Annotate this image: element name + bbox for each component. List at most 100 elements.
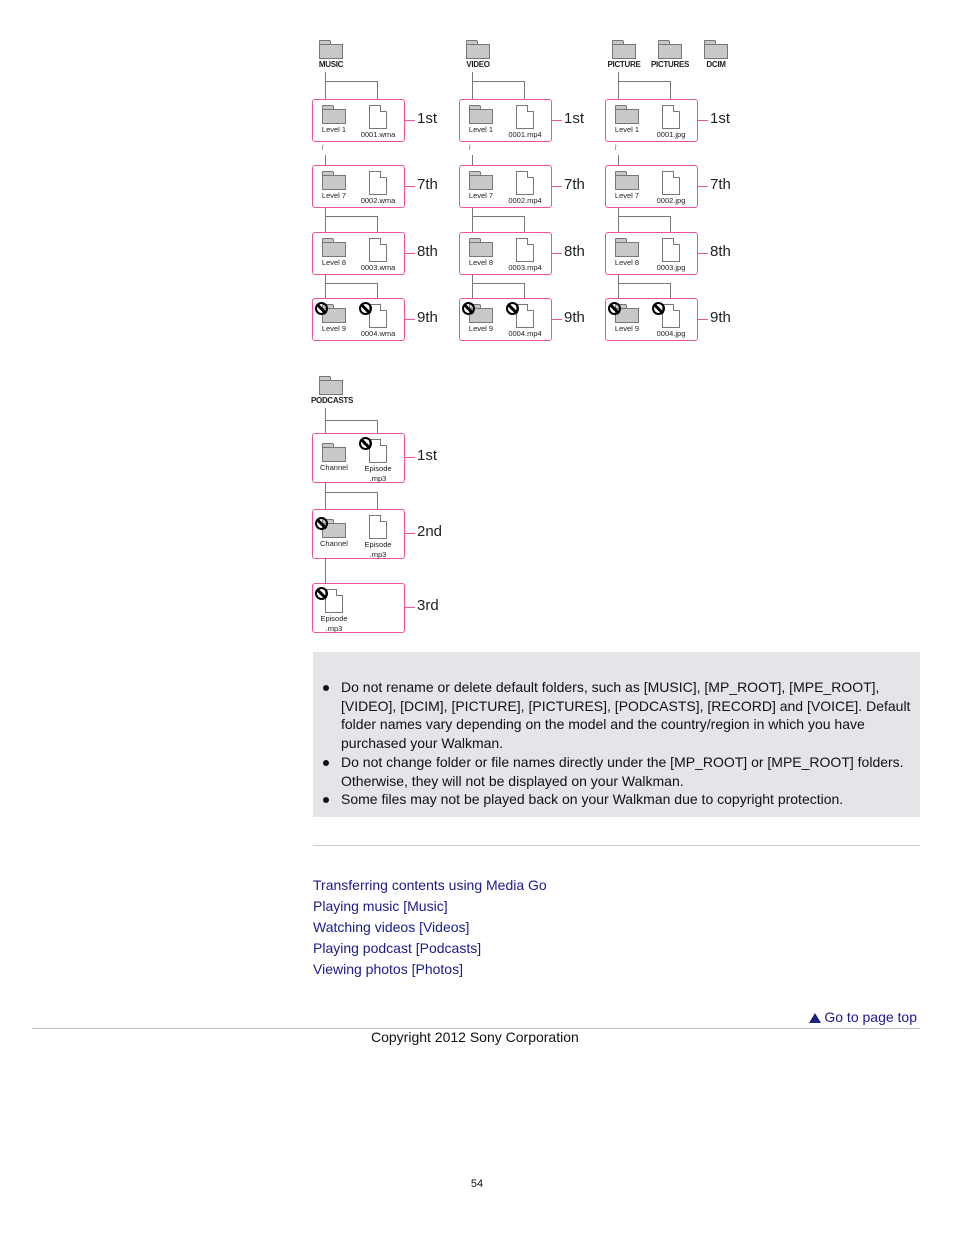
diagram-column: PICTURE PICTURES DCIM Level 1 0001.jpg 1st ≀ Le… — [598, 30, 744, 350]
file-label: 0002.jpg — [656, 196, 686, 205]
prohibited-icon — [315, 517, 328, 530]
connector-line — [472, 81, 525, 82]
file-label: 0001.mp4 — [508, 130, 542, 139]
connector-line — [377, 81, 378, 100]
folder-body — [322, 175, 346, 190]
file-icon — [369, 515, 387, 539]
level-box: Channel Episode .mp3 — [312, 509, 405, 559]
level-tag: 7th — [417, 176, 438, 193]
file-label: 0004.mp4 — [508, 329, 542, 338]
level-box: Level 9 0004.mp4 — [459, 298, 552, 341]
level-pointer — [698, 186, 708, 187]
folder-item: Level 1 — [313, 105, 355, 134]
level-pointer — [405, 186, 415, 187]
folder-item: Level 7 — [313, 171, 355, 200]
folder-body — [322, 109, 346, 124]
file-item: 0003.mp4 — [504, 238, 546, 272]
file-item: 0004.jpg — [650, 302, 692, 338]
connector-line — [524, 216, 525, 232]
ellipsis-break-icon: ≀ — [468, 142, 472, 152]
folder-body — [615, 175, 639, 190]
section-divider — [313, 845, 920, 846]
ellipsis-break-icon: ≀ — [614, 142, 618, 152]
folder-icon — [612, 40, 636, 59]
file-item: 0004.wma — [357, 302, 399, 338]
level-tag: 7th — [710, 176, 731, 193]
file-item: 0003.wma — [357, 238, 399, 272]
connector-line — [618, 216, 671, 217]
prohibited-icon — [506, 302, 519, 315]
folder-item: Channel — [313, 517, 355, 548]
folder-icon — [322, 238, 346, 257]
connector-line — [325, 216, 378, 217]
folder-item: Level 9 — [313, 302, 355, 333]
folder-body — [319, 44, 343, 59]
connector-line — [377, 216, 378, 232]
folder-body — [704, 44, 728, 59]
level-tag: 9th — [710, 309, 731, 326]
connector-line — [618, 81, 671, 82]
file-item: 0003.jpg — [650, 238, 692, 272]
folder-label: Level 1 — [614, 125, 640, 134]
level-box: Level 7 0002.mp4 — [459, 165, 552, 208]
folder-icon — [658, 40, 682, 59]
link-playing-music[interactable]: Playing music [Music] — [313, 896, 547, 917]
folder-label: Level 7 — [614, 191, 640, 200]
level-tag: 2nd — [417, 523, 443, 540]
folder-item: Level 1 — [460, 105, 502, 134]
root-folder-label: PODCASTS — [311, 396, 354, 405]
folder-body — [319, 380, 343, 395]
file-label: 0002.mp4 — [508, 196, 542, 205]
prohibited-icon — [359, 302, 372, 315]
level-box: Level 7 0002.jpg — [605, 165, 698, 208]
folder-icon — [322, 105, 346, 124]
link-playing-podcast[interactable]: Playing podcast [Podcasts] — [313, 938, 547, 959]
connector-line — [325, 72, 326, 100]
folder-item: Level 8 — [606, 238, 648, 267]
podcasts-column: PODCASTS Channel Episode .mp3 1st Channel Epis… — [305, 370, 451, 690]
level-box: Level 8 0003.jpg — [605, 232, 698, 275]
level-pointer — [698, 253, 708, 254]
ellipsis-break-icon: ≀ — [321, 142, 325, 152]
note-box: Do not rename or delete default folders,… — [313, 652, 920, 817]
level-box: Level 1 0001.mp4 — [459, 99, 552, 142]
level-pointer — [552, 253, 562, 254]
connector-line — [472, 155, 473, 165]
connector-line — [670, 283, 671, 299]
link-transferring-contents[interactable]: Transferring contents using Media Go — [313, 875, 547, 896]
file-label-ext: .mp3 — [369, 550, 387, 559]
file-label-ext: .mp3 — [325, 624, 343, 633]
file-icon — [516, 171, 534, 195]
diagram-column: MUSIC Level 1 0001.wma 1st ≀ Level 7 0002.wma 7… — [305, 30, 451, 350]
level-tag: 9th — [564, 309, 585, 326]
link-viewing-photos[interactable]: Viewing photos [Photos] — [313, 959, 547, 980]
folder-icon — [704, 40, 728, 59]
prohibited-icon — [315, 587, 328, 600]
root-folder-label: DCIM — [706, 60, 726, 69]
connector-line — [325, 275, 326, 299]
go-to-page-top-link[interactable]: Go to page top — [809, 1009, 917, 1025]
connector-line — [618, 275, 619, 299]
level-tag: 1st — [710, 110, 731, 127]
folder-icon — [615, 238, 639, 257]
file-icon — [662, 105, 680, 129]
root-folder: PICTURES — [650, 40, 690, 69]
folder-icon — [319, 40, 343, 59]
file-item: Episode .mp3 — [357, 437, 399, 483]
file-label: Episode — [364, 464, 392, 473]
link-watching-videos[interactable]: Watching videos [Videos] — [313, 917, 547, 938]
root-folder-label: PICTURE — [607, 60, 641, 69]
level-box: Channel Episode .mp3 — [312, 433, 405, 483]
folder-item: Level 1 — [606, 105, 648, 134]
connector-line — [325, 155, 326, 165]
prohibited-icon — [608, 302, 621, 315]
level-box: Level 7 0002.wma — [312, 165, 405, 208]
connector-line — [472, 208, 473, 232]
folder-label: Level 7 — [468, 191, 494, 200]
connector-line — [524, 81, 525, 100]
level-pointer — [405, 533, 415, 534]
folder-item: Level 8 — [460, 238, 502, 267]
level-pointer — [698, 120, 708, 121]
prohibited-icon — [315, 302, 328, 315]
connector-line — [325, 482, 326, 509]
